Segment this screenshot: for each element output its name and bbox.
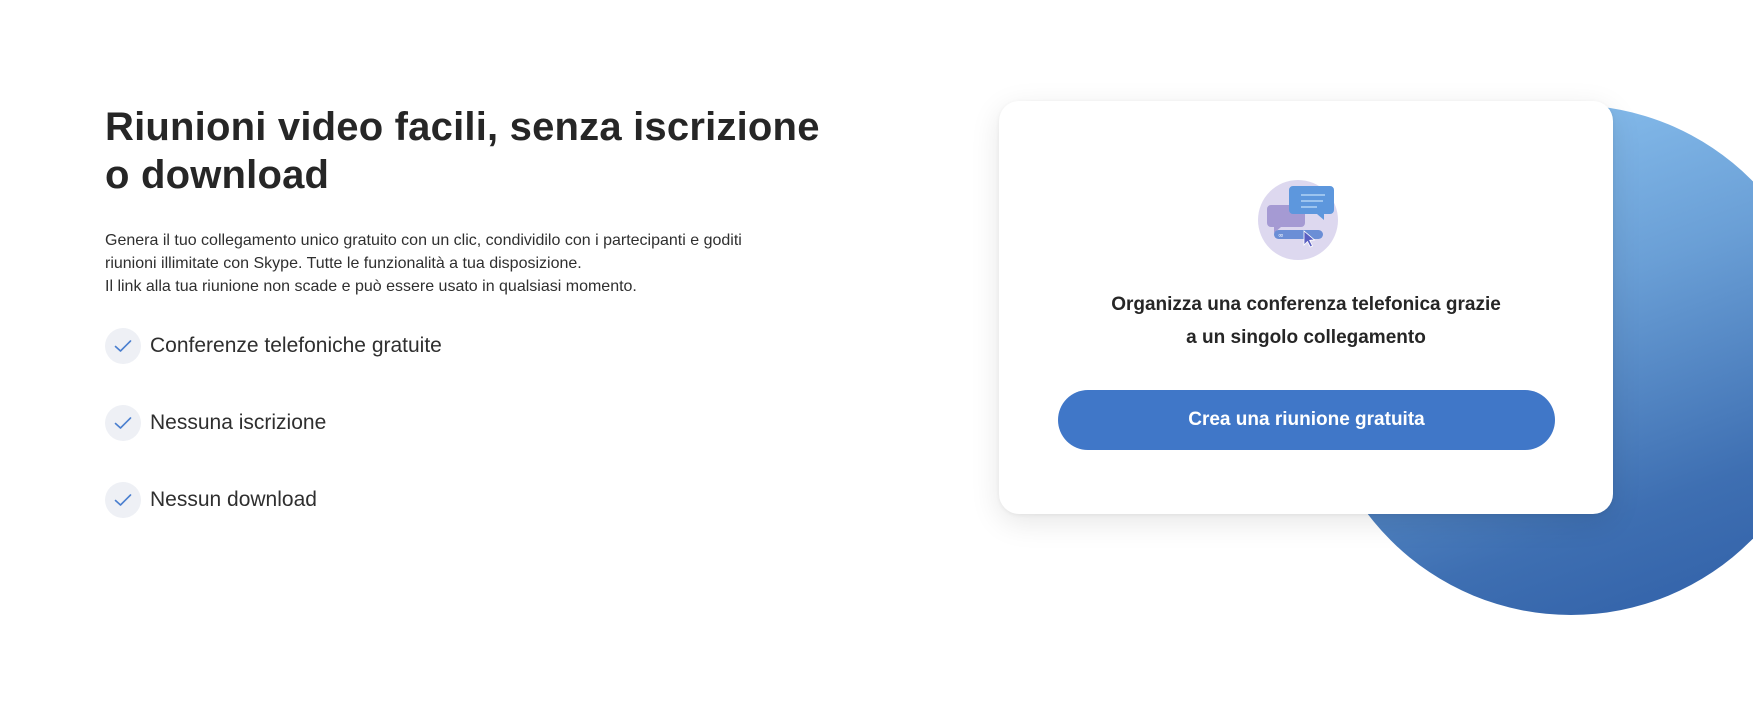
check-icon [105, 328, 141, 364]
feature-item: Nessuna iscrizione [105, 404, 442, 442]
feature-item: Conferenze telefoniche gratuite [105, 327, 442, 365]
page: Riunioni video facili, senza iscrizione … [0, 0, 1753, 715]
page-title-line-1: Riunioni video facili, senza iscrizione [105, 105, 820, 149]
meeting-card: ∞ Organizza una conferenza telefonica gr… [999, 101, 1613, 514]
svg-text:∞: ∞ [1278, 232, 1284, 240]
create-free-meeting-button[interactable]: Crea una riunione gratuita [1058, 390, 1555, 450]
chat-bubbles-cursor-icon: ∞ [1257, 179, 1339, 261]
feature-label: Nessun download [150, 488, 317, 511]
feature-label: Nessuna iscrizione [150, 411, 327, 434]
check-icon [105, 482, 141, 518]
feature-item: Nessun download [105, 481, 442, 519]
feature-label: Conferenze telefoniche gratuite [150, 334, 442, 357]
description-line-3: Il link alla tua riunione non scade e pu… [105, 278, 637, 295]
feature-list: Conferenze telefoniche gratuite Nessuna … [105, 327, 442, 558]
page-description: Genera il tuo collegamento unico gratuit… [105, 229, 825, 298]
page-title-line-2: o download [105, 153, 330, 197]
description-line-2: riunioni illimitate con Skype. Tutte le … [105, 255, 582, 272]
page-title: Riunioni video facili, senza iscrizione … [105, 103, 825, 199]
card-description: Organizza una conferenza telefonica graz… [1039, 288, 1573, 354]
card-description-line-1: Organizza una conferenza telefonica graz… [1111, 294, 1501, 315]
check-icon [105, 405, 141, 441]
card-description-line-2: a un singolo collegamento [1186, 327, 1426, 348]
description-line-1: Genera il tuo collegamento unico gratuit… [105, 232, 742, 249]
